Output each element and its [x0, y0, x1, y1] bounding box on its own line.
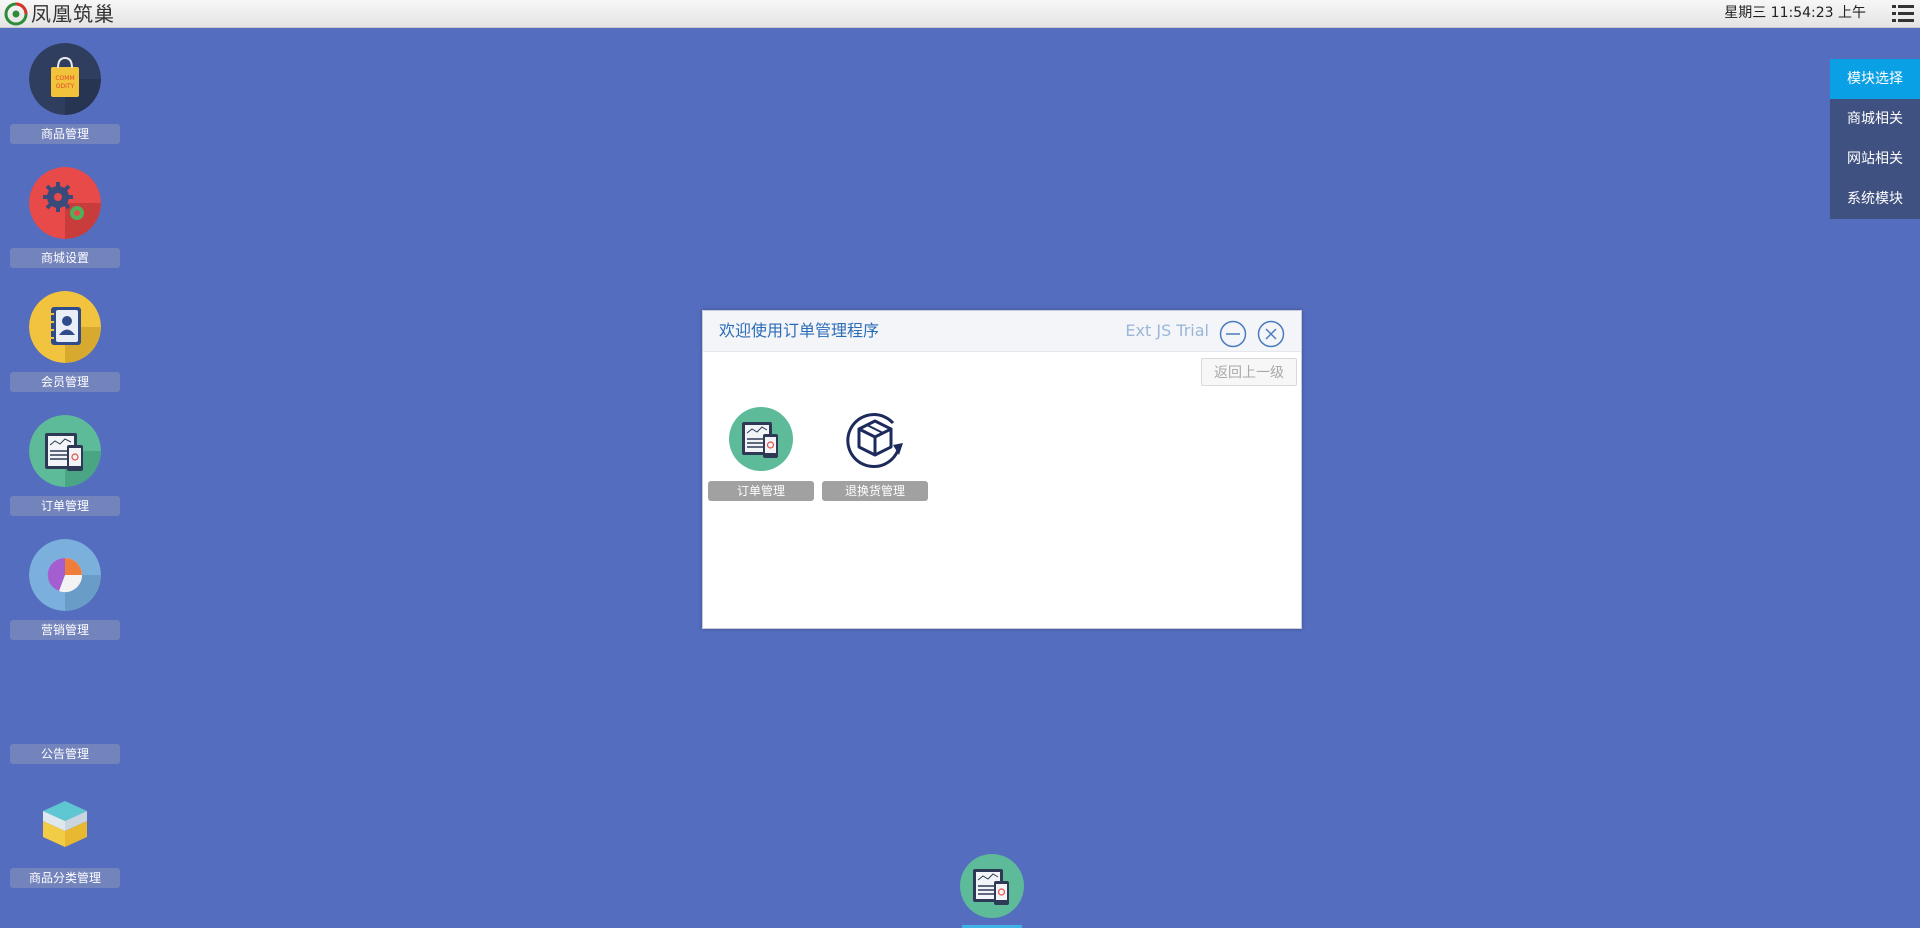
desktop-icon-categories[interactable]: 商品分类管理 [10, 787, 120, 899]
return-box-icon [846, 413, 903, 469]
logo-text: 凤凰筑巢 [31, 2, 115, 26]
module-item-website[interactable]: 网站相关 [1830, 139, 1920, 179]
order-window: 欢迎使用订单管理程序 Ext JS Trial 返回上一级 订单管理 退换货管理 [702, 310, 1302, 629]
module-item-select[interactable]: 模块选择 [1830, 59, 1920, 99]
desktop-icon-label: 会员管理 [10, 372, 120, 392]
window-header[interactable]: 欢迎使用订单管理程序 Ext JS Trial [703, 311, 1301, 352]
desktop-icon-mall-settings[interactable]: 商城设置 [10, 167, 120, 279]
gears-icon [29, 167, 101, 239]
desktop-icon-label: 订单管理 [10, 496, 120, 516]
desktop-icon-label: 公告管理 [10, 744, 120, 764]
list-menu-icon[interactable] [1892, 4, 1914, 24]
module-item-system[interactable]: 系统模块 [1830, 179, 1920, 219]
trial-label: Ext JS Trial [1125, 321, 1209, 340]
desktop-icon-label: 商城设置 [10, 248, 120, 268]
app-order-management[interactable]: 订单管理 [708, 407, 814, 503]
app-return-management[interactable]: 退换货管理 [822, 407, 928, 503]
order-tablet-icon [729, 407, 793, 471]
app-label: 退换货管理 [822, 481, 928, 501]
logo: 凤凰筑巢 [4, 2, 115, 26]
bag-text-bottom: ODITY [56, 83, 75, 90]
desktop-icon-orders[interactable]: 订单管理 [10, 415, 120, 527]
clock: 星期三 11:54:23 上午 [1724, 5, 1866, 21]
desktop-icon-members[interactable]: 会员管理 [10, 291, 120, 403]
app-label: 订单管理 [708, 481, 814, 501]
shopping-bag-icon: COMM ODITY [29, 43, 101, 115]
category-box-icon [29, 787, 101, 859]
desktop-icon-label: 商品管理 [10, 124, 120, 144]
top-bar: 凤凰筑巢 星期三 11:54:23 上午 [0, 0, 1920, 28]
window-title: 欢迎使用订单管理程序 [719, 321, 880, 340]
logo-icon [4, 2, 28, 26]
module-item-mall[interactable]: 商城相关 [1830, 99, 1920, 139]
order-tablet-icon [29, 415, 101, 487]
module-menu: 模块选择 商城相关 网站相关 系统模块 [1830, 59, 1920, 219]
pie-chart-icon [29, 539, 101, 611]
desktop-icon-label: 营销管理 [10, 620, 120, 640]
desktop-icon-marketing[interactable]: 营销管理 [10, 539, 120, 651]
taskbar-order-icon[interactable] [960, 854, 1024, 918]
desktop-icon-commodity[interactable]: COMM ODITY 商品管理 [10, 43, 120, 155]
back-button[interactable]: 返回上一级 [1201, 358, 1297, 386]
minimize-icon[interactable] [1219, 320, 1247, 348]
bag-text-top: COMM [55, 75, 74, 82]
close-icon[interactable] [1257, 320, 1285, 348]
desktop-icon-label: 商品分类管理 [10, 868, 120, 888]
contact-book-icon [29, 291, 101, 363]
desktop-icon-announcements[interactable]: 公告管理 [10, 663, 120, 775]
